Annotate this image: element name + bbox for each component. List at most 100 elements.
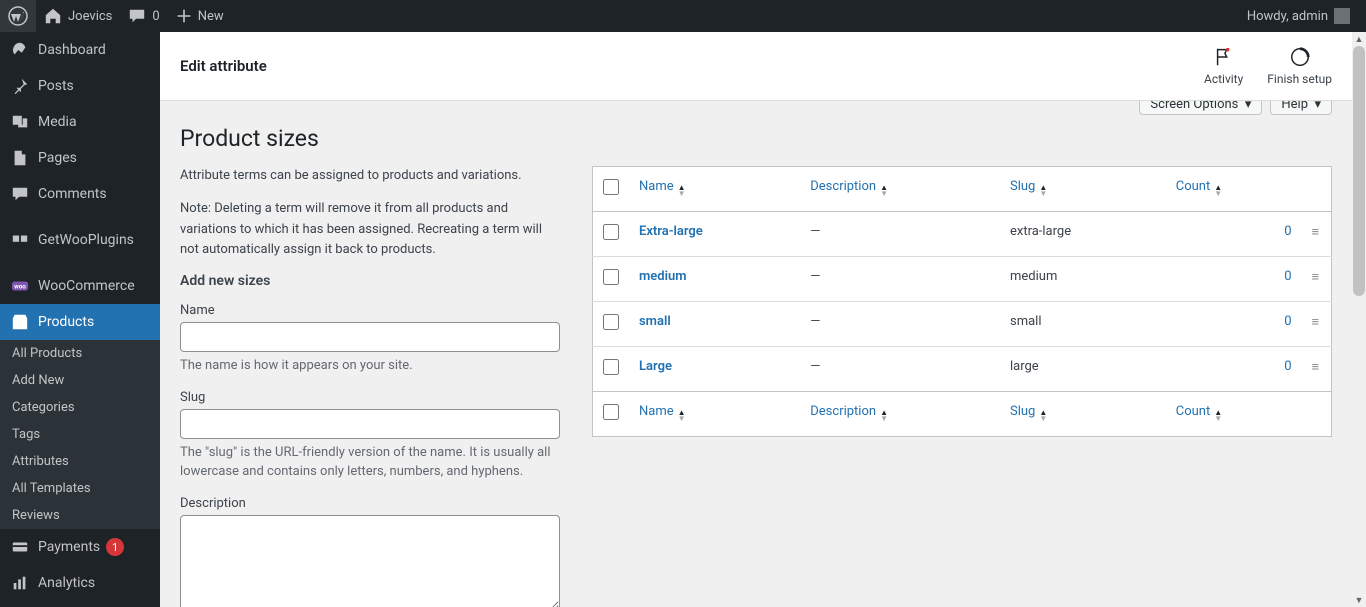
content-area: Edit attribute Activity Finish setup Scr… — [160, 32, 1352, 607]
sort-icon: ▲▼ — [880, 185, 888, 197]
table-column: Name▲▼ Description▲▼ Slug▲▼ Count▲▼ Extr… — [592, 166, 1332, 607]
table-row: small—small0≡ — [593, 302, 1332, 347]
wp-logo[interactable] — [0, 0, 36, 32]
plus-icon — [176, 8, 192, 24]
col-count-foot[interactable]: Count▲▼ — [1166, 392, 1302, 437]
col-slug-foot[interactable]: Slug▲▼ — [1000, 392, 1166, 437]
svg-text:woo: woo — [14, 283, 26, 291]
site-name: Joevics — [68, 9, 112, 24]
term-count-link[interactable]: 0 — [1176, 359, 1292, 374]
site-link[interactable]: Joevics — [36, 0, 120, 32]
menu-posts[interactable]: Posts — [0, 68, 160, 104]
account-link[interactable]: Howdy, admin — [1239, 0, 1358, 32]
menu-dashboard[interactable]: Dashboard — [0, 32, 160, 68]
sub-tags[interactable]: Tags — [0, 421, 160, 448]
scroll-thumb[interactable] — [1353, 46, 1365, 296]
dashboard-icon — [10, 40, 30, 60]
flag-icon — [1213, 46, 1235, 68]
col-description-foot[interactable]: Description▲▼ — [800, 392, 1000, 437]
slug-input[interactable] — [180, 409, 560, 439]
menu-media[interactable]: Media — [0, 104, 160, 140]
woo-icon: woo — [10, 276, 30, 296]
new-label: New — [198, 9, 224, 24]
sub-reviews[interactable]: Reviews — [0, 502, 160, 529]
avatar — [1334, 8, 1350, 24]
greeting: Howdy, admin — [1247, 9, 1328, 24]
comments-link[interactable]: 0 — [120, 0, 167, 32]
drag-handle-icon[interactable]: ≡ — [1302, 302, 1332, 347]
activity-button[interactable]: Activity — [1204, 46, 1243, 86]
term-count-link[interactable]: 0 — [1176, 269, 1292, 284]
col-description-head[interactable]: Description▲▼ — [800, 167, 1000, 212]
col-name-head[interactable]: Name▲▼ — [629, 167, 800, 212]
col-slug-head[interactable]: Slug▲▼ — [1000, 167, 1166, 212]
drag-handle-icon[interactable]: ≡ — [1302, 212, 1332, 257]
note-text: Note: Deleting a term will remove it fro… — [180, 199, 560, 261]
menu-pages[interactable]: Pages — [0, 140, 160, 176]
sort-icon: ▲▼ — [1039, 410, 1047, 422]
term-slug: extra-large — [1000, 212, 1166, 257]
pin-icon — [10, 76, 30, 96]
select-all-top[interactable] — [603, 179, 619, 195]
sort-icon: ▲▼ — [1214, 185, 1222, 197]
table-row: medium—medium0≡ — [593, 257, 1332, 302]
page-heading: Product sizes — [180, 125, 1332, 152]
scroll-up-arrow[interactable]: ▲ — [1352, 32, 1366, 46]
new-link[interactable]: New — [168, 0, 232, 32]
form-heading: Add new sizes — [180, 273, 560, 289]
sub-all-templates[interactable]: All Templates — [0, 475, 160, 502]
sub-categories[interactable]: Categories — [0, 394, 160, 421]
comments-icon — [10, 184, 30, 204]
term-name-link[interactable]: medium — [639, 269, 687, 284]
scroll-down-arrow[interactable]: ▼ — [1352, 593, 1366, 607]
intro-text: Attribute terms can be assigned to produ… — [180, 166, 560, 187]
menu-products[interactable]: Products — [0, 304, 160, 340]
finish-setup-button[interactable]: Finish setup — [1267, 46, 1332, 86]
sort-icon: ▲▼ — [678, 410, 686, 422]
products-icon — [10, 312, 30, 332]
slug-label: Slug — [180, 390, 560, 405]
row-checkbox[interactable] — [603, 314, 619, 330]
select-all-bottom[interactable] — [603, 404, 619, 420]
description-label: Description — [180, 496, 560, 511]
sort-icon: ▲▼ — [678, 185, 686, 197]
term-description: — — [800, 257, 1000, 302]
row-checkbox[interactable] — [603, 224, 619, 240]
payments-badge: 1 — [106, 538, 124, 556]
drag-handle-icon[interactable]: ≡ — [1302, 257, 1332, 302]
vertical-scrollbar[interactable]: ▲ ▼ — [1352, 32, 1366, 607]
col-name-foot[interactable]: Name▲▼ — [629, 392, 800, 437]
menu-analytics[interactable]: Analytics — [0, 565, 160, 601]
slug-help: The "slug" is the URL-friendly version o… — [180, 443, 560, 482]
term-slug: large — [1000, 347, 1166, 392]
screen-options-button[interactable]: Screen Options ▾ — [1139, 101, 1262, 115]
menu-comments[interactable]: Comments — [0, 176, 160, 212]
name-label: Name — [180, 303, 560, 318]
description-input[interactable] — [180, 515, 560, 607]
term-name-link[interactable]: Large — [639, 359, 672, 374]
col-count-head[interactable]: Count▲▼ — [1166, 167, 1302, 212]
row-checkbox[interactable] — [603, 269, 619, 285]
term-slug: small — [1000, 302, 1166, 347]
sub-add-new[interactable]: Add New — [0, 367, 160, 394]
name-input[interactable] — [180, 322, 560, 352]
help-button[interactable]: Help ▾ — [1270, 101, 1332, 115]
comments-count: 0 — [152, 9, 159, 24]
home-icon — [44, 7, 62, 25]
plugin-icon — [10, 230, 30, 250]
sub-all-products[interactable]: All Products — [0, 340, 160, 367]
menu-woocommerce[interactable]: woo WooCommerce — [0, 268, 160, 304]
row-checkbox[interactable] — [603, 359, 619, 375]
term-name-link[interactable]: small — [639, 314, 671, 329]
sub-attributes[interactable]: Attributes — [0, 448, 160, 475]
menu-payments[interactable]: Payments 1 — [0, 529, 160, 565]
pages-icon — [10, 148, 30, 168]
term-name-link[interactable]: Extra-large — [639, 224, 703, 239]
media-icon — [10, 112, 30, 132]
term-count-link[interactable]: 0 — [1176, 224, 1292, 239]
page-title: Edit attribute — [180, 57, 267, 75]
menu-getwooplugins[interactable]: GetWooPlugins — [0, 222, 160, 258]
term-count-link[interactable]: 0 — [1176, 314, 1292, 329]
drag-handle-icon[interactable]: ≡ — [1302, 347, 1332, 392]
payments-icon — [10, 537, 30, 557]
